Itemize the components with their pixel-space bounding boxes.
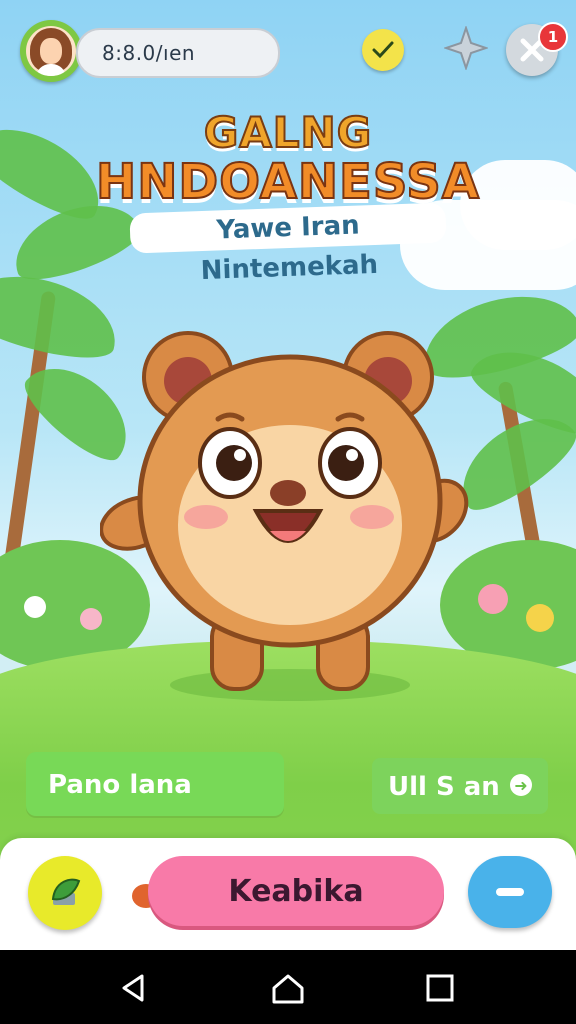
score-display: 8:8.0/ıen (76, 28, 280, 78)
left-panel-button[interactable]: Pano lana (26, 752, 284, 816)
flower (24, 596, 46, 618)
leaf-icon (51, 878, 81, 905)
minus-icon (496, 888, 524, 896)
score-text: 8:8.0/ıen (102, 41, 196, 65)
avatar-portrait (26, 26, 76, 76)
flower (526, 604, 554, 632)
minus-button[interactable] (468, 856, 552, 928)
logo-line-1: GALNG (203, 107, 373, 158)
system-nav-bar (0, 950, 576, 1024)
top-bar: 8:8.0/ıen 1 (0, 0, 576, 100)
leaf-button[interactable] (28, 856, 102, 930)
flower (80, 608, 102, 630)
sparkle-button[interactable] (444, 26, 488, 70)
home-icon[interactable] (268, 968, 308, 1008)
arrow-right-circle-icon: ➜ (510, 774, 532, 796)
right-panel-label: Ull S an (388, 772, 500, 802)
back-icon[interactable] (114, 968, 154, 1008)
main-action-label: Keabika (228, 874, 364, 909)
recents-icon[interactable] (420, 968, 460, 1008)
checkmark-icon (372, 41, 394, 59)
logo-line-2: HNDOANESSA (95, 153, 480, 211)
notification-badge: 1 (538, 22, 568, 52)
check-button[interactable] (362, 29, 404, 71)
bear-character[interactable] (100, 325, 480, 705)
main-action-button[interactable]: Keabika (148, 856, 444, 926)
right-panel-button[interactable]: Ull S an ➜ (372, 758, 548, 814)
left-panel-label: Pano lana (48, 770, 192, 800)
sparkle-icon (444, 26, 488, 70)
flower (478, 584, 508, 614)
player-avatar[interactable] (20, 20, 82, 82)
